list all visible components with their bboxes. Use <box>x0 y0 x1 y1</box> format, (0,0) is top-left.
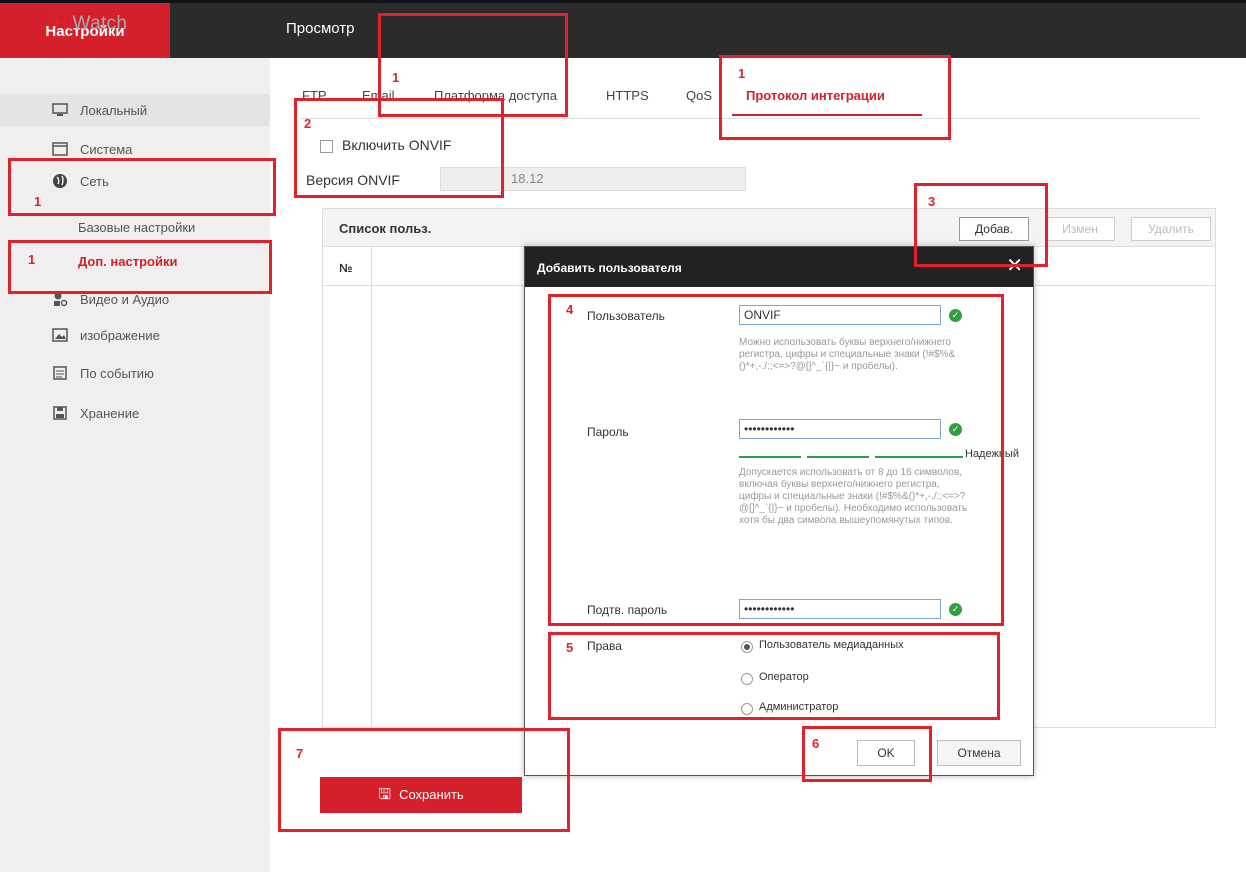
dialog-title: Добавить пользователя <box>537 261 682 275</box>
image-icon <box>52 327 68 343</box>
valid-check-icon: ✓ <box>949 603 962 616</box>
tab-integration-protocol[interactable]: Протокол интеграции <box>746 88 885 103</box>
video-audio-icon <box>52 291 68 307</box>
sidebar-item-local[interactable]: Локальный <box>0 94 270 126</box>
active-tab-underline <box>732 114 922 116</box>
user-list-title: Список польз. <box>339 221 432 236</box>
sidebar-item-advanced-settings[interactable]: Доп. настройки <box>0 250 270 274</box>
password-input[interactable]: •••••••••••• <box>739 419 941 439</box>
radio-administrator[interactable] <box>741 703 753 715</box>
annotation-number: 3 <box>928 194 936 209</box>
close-icon[interactable]: ✕ <box>1006 256 1023 276</box>
cancel-button[interactable]: Отмена <box>937 740 1021 766</box>
annotation-number: 1 <box>738 66 746 81</box>
column-divider <box>371 247 372 727</box>
tab-email[interactable]: Email <box>362 88 395 103</box>
confirm-password-input[interactable]: •••••••••••• <box>739 599 941 619</box>
sidebar-item-event[interactable]: По событию <box>0 362 270 386</box>
username-hint: Можно использовать буквы верхнего/нижнег… <box>739 337 956 372</box>
monitor-icon <box>52 102 68 118</box>
add-user-dialog: Добавить пользователя ✕ Пользователь ONV… <box>524 246 1034 776</box>
top-bar: HiWatch Просмотр Настройки <box>0 0 1246 61</box>
valid-check-icon: ✓ <box>949 423 962 436</box>
hiwatch-logo: HiWatch <box>54 13 128 34</box>
sidebar-item-basic-settings[interactable]: Базовые настройки <box>0 216 270 240</box>
tab-qos[interactable]: QoS <box>686 88 712 103</box>
annotation-number: 6 <box>812 736 820 751</box>
password-hint: Допускается использовать от 8 до 16 симв… <box>739 467 968 526</box>
user-list-header: Список польз. Добав. Измен Удалить <box>323 209 1215 247</box>
annotation-number: 5 <box>566 640 574 655</box>
page: HiWatch Просмотр Настройки Локальный Сис… <box>0 0 1246 872</box>
save-disk-icon: 🖫 <box>378 786 392 803</box>
sidebar-item-storage[interactable]: Хранение <box>0 402 270 426</box>
onvif-version-field: 18.12 <box>440 167 746 191</box>
save-disk-icon <box>52 405 68 421</box>
sidebar-item-video-audio[interactable]: Видео и Аудио <box>0 288 270 312</box>
tab-platform-access[interactable]: Платформа доступа <box>434 88 557 103</box>
dialog-header: Добавить пользователя ✕ <box>525 247 1033 287</box>
tab-ftp[interactable]: FTP <box>302 88 327 103</box>
sidebar-item-system[interactable]: Система <box>0 138 270 162</box>
annotation-number: 4 <box>566 302 574 317</box>
annotation-number: 1 <box>34 194 42 209</box>
window-icon <box>52 141 68 157</box>
radio-media-user-label: Пользователь медиаданных <box>759 639 904 651</box>
settings-tabs: FTP Email Платформа доступа HTTPS QoS Пр… <box>300 80 940 130</box>
strength-bar-3 <box>875 456 963 458</box>
radio-operator[interactable] <box>741 673 753 685</box>
tabs-divider <box>300 118 1200 119</box>
annotation-number: 2 <box>304 116 312 131</box>
username-input[interactable]: ONVIF <box>739 305 941 325</box>
delete-user-button[interactable]: Удалить <box>1131 217 1211 241</box>
globe-icon <box>52 173 68 189</box>
annotation-number: 7 <box>296 746 304 761</box>
sidebar: Локальный Система Сеть Базовые настройки… <box>0 58 270 872</box>
edit-user-button[interactable]: Измен <box>1045 217 1115 241</box>
radio-administrator-label: Администратор <box>759 701 839 713</box>
username-label: Пользователь <box>587 309 665 323</box>
column-number-header: № <box>339 261 353 275</box>
radio-operator-label: Оператор <box>759 671 809 683</box>
strength-bar-2 <box>807 456 869 458</box>
tab-https[interactable]: HTTPS <box>606 88 649 103</box>
password-label: Пароль <box>587 425 629 439</box>
rights-label: Права <box>587 639 622 653</box>
sidebar-item-network[interactable]: Сеть <box>0 170 270 194</box>
password-strength-label: Надежный <box>965 448 1019 460</box>
radio-media-user[interactable] <box>741 641 753 653</box>
enable-onvif-checkbox[interactable] <box>320 140 333 153</box>
sidebar-item-image[interactable]: изображение <box>0 324 270 348</box>
annotation-number: 1 <box>28 252 36 267</box>
add-user-button[interactable]: Добав. <box>959 217 1029 241</box>
strength-bar-1 <box>739 456 801 458</box>
ok-button[interactable]: OK <box>857 740 915 766</box>
enable-onvif-label: Включить ONVIF <box>342 137 452 153</box>
onvif-version-label: Версия ONVIF <box>306 172 400 188</box>
valid-check-icon: ✓ <box>949 309 962 322</box>
calendar-icon <box>52 365 68 381</box>
annotation-number: 1 <box>392 70 400 85</box>
save-button[interactable]: 🖫 Сохранить <box>320 777 522 813</box>
nav-view[interactable]: Просмотр <box>286 20 355 37</box>
confirm-password-label: Подтв. пароль <box>587 603 668 617</box>
